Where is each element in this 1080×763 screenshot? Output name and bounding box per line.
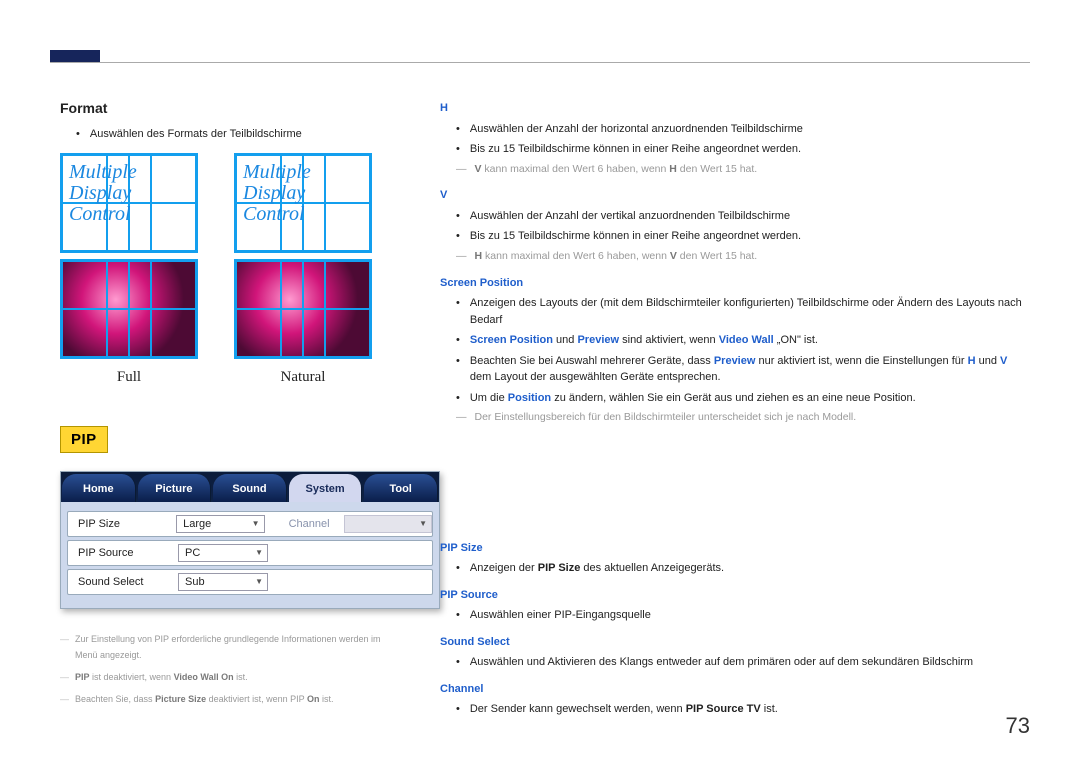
sp-bullet-2: Screen Position und Preview sind aktivie… (456, 332, 1030, 349)
footnote-1: Zur Einstellung von PIP erforderliche gr… (60, 631, 400, 663)
header-accent (50, 50, 100, 62)
h-heading: H (440, 100, 1030, 117)
channel-heading: Channel (440, 681, 1030, 698)
format-heading: Format (60, 100, 400, 116)
sp-note: Der Einstellungsbereich für den Bildschi… (456, 410, 1030, 426)
select-pip-source[interactable]: PC▼ (178, 544, 268, 562)
pip-badge: PIP (60, 426, 108, 453)
tab-sound[interactable]: Sound (213, 474, 287, 502)
footnote-2: PIP ist deaktiviert, wenn Video Wall On … (60, 669, 400, 685)
tab-picture[interactable]: Picture (138, 474, 212, 502)
h-bullet-1: Auswählen der Anzahl der horizontal anzu… (456, 121, 1030, 138)
channel-bullet: Der Sender kann gewechselt werden, wenn … (456, 701, 1030, 718)
soundselect-heading: Sound Select (440, 634, 1030, 651)
pipsource-bullet: Auswählen einer PIP-Eingangsquelle (456, 607, 1030, 624)
sp-bullet-1: Anzeigen des Layouts der (mit dem Bildsc… (456, 295, 1030, 328)
h-note: V kann maximal den Wert 6 haben, wenn H … (456, 162, 1030, 178)
panel-full: Multiple Display Control Full (60, 153, 198, 386)
pipsource-heading: PIP Source (440, 587, 1030, 604)
panel-mdc-text: Multiple Display Control (63, 156, 195, 250)
row-sound-select: Sound Select Sub▼ (67, 569, 433, 595)
full-caption: Full (60, 369, 198, 386)
header-rule (50, 62, 1030, 63)
chevron-down-icon: ▼ (255, 577, 263, 586)
right-column: H Auswählen der Anzahl der horizontal an… (420, 100, 1030, 713)
screen-position-heading: Screen Position (440, 275, 1030, 292)
left-column: Format Auswählen des Formats der Teilbil… (60, 100, 420, 713)
v-note: H kann maximal den Wert 6 haben, wenn V … (456, 249, 1030, 265)
v-bullet-2: Bis zu 15 Teilbildschirme können in eine… (456, 228, 1030, 245)
select-pip-size[interactable]: Large▼ (176, 515, 265, 533)
sp-bullet-4: Um die Position zu ändern, wählen Sie ei… (456, 390, 1030, 407)
select-sound-select[interactable]: Sub▼ (178, 573, 268, 591)
tab-system[interactable]: System (289, 474, 363, 502)
chevron-down-icon: ▼ (255, 548, 263, 557)
page-number: 73 (1006, 713, 1030, 739)
pipsize-heading: PIP Size (440, 540, 1030, 557)
row-pip-size: PIP Size Large▼ Channel ▼ (67, 511, 433, 537)
natural-caption: Natural (234, 369, 372, 386)
panel-natural-top: Multiple Display Control (234, 153, 372, 253)
footnote-3: Beachten Sie, dass Picture Size deaktivi… (60, 691, 400, 707)
format-bullet: Auswählen des Formats der Teilbildschirm… (76, 126, 400, 143)
sp-bullet-3: Beachten Sie bei Auswahl mehrerer Geräte… (456, 353, 1030, 386)
row-pip-source: PIP Source PC▼ (67, 540, 433, 566)
select-channel: ▼ (344, 515, 433, 533)
panel-natural-bottom (234, 259, 372, 359)
pipsize-bullet: Anzeigen der PIP Size des aktuellen Anze… (456, 560, 1030, 577)
panel-mdc-text: Multiple Display Control (237, 156, 369, 250)
pip-tabs: Home Picture Sound System Tool (61, 472, 439, 502)
panel-natural: Multiple Display Control Natural (234, 153, 372, 386)
tab-home[interactable]: Home (62, 474, 136, 502)
label-channel: Channel (265, 518, 344, 530)
footnotes: Zur Einstellung von PIP erforderliche gr… (60, 631, 400, 708)
pip-body: PIP Size Large▼ Channel ▼ PIP Source PC▼… (61, 502, 439, 608)
pip-settings-panel: Home Picture Sound System Tool PIP Size … (60, 471, 440, 609)
chevron-down-icon: ▼ (252, 519, 260, 528)
text: Auswählen des Formats der Teilbildschirm… (90, 126, 302, 143)
v-heading: V (440, 187, 1030, 204)
label-pip-size: PIP Size (68, 518, 176, 530)
panel-full-bottom (60, 259, 198, 359)
v-bullet-1: Auswählen der Anzahl der vertikal anzuor… (456, 208, 1030, 225)
h-bullet-2: Bis zu 15 Teilbildschirme können in eine… (456, 141, 1030, 158)
label-pip-source: PIP Source (68, 547, 178, 559)
format-images: Multiple Display Control Full Multiple D… (60, 153, 400, 386)
soundselect-bullet: Auswählen und Aktivieren des Klangs entw… (456, 654, 1030, 671)
panel-full-top: Multiple Display Control (60, 153, 198, 253)
label-sound-select: Sound Select (68, 576, 178, 588)
page-content: Format Auswählen des Formats der Teilbil… (60, 100, 1030, 713)
